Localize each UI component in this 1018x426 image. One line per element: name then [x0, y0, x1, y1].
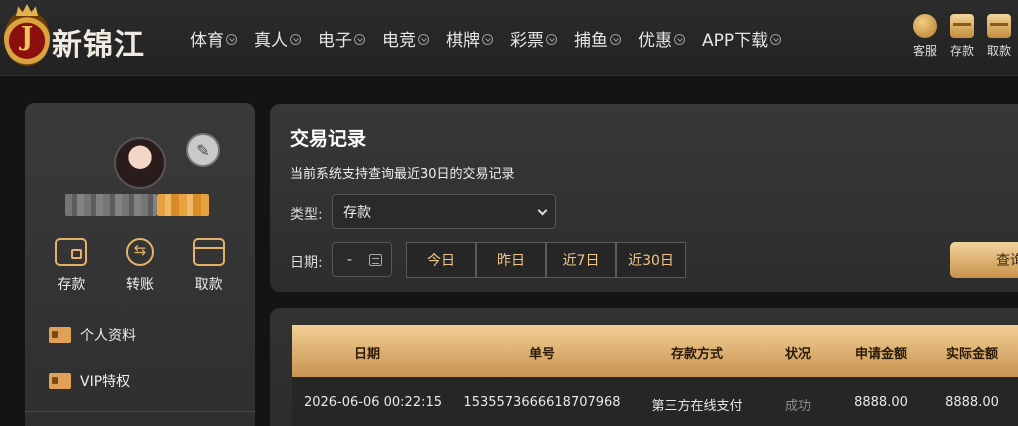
nav-label: 电子 [318, 31, 352, 51]
nav-label: 电竞 [382, 31, 416, 51]
chevron-down-icon [482, 34, 493, 45]
chevron-down-icon [537, 205, 548, 216]
vip-card-icon [49, 373, 71, 389]
nav-label: 真人 [254, 31, 288, 51]
action-label: 取款 [194, 277, 223, 293]
col-actual-amount: 实际金额 [945, 347, 998, 362]
col-requested-amount: 申请金额 [854, 347, 907, 362]
brand-name: 新锦江 [52, 28, 145, 63]
quick-label: 客服 [913, 44, 938, 58]
sidebar-item-vip[interactable]: VIP特权 [49, 371, 130, 391]
cell-date: 2026-06-06 00:22:15 [303, 395, 443, 410]
wallet-icon [987, 14, 1011, 38]
chevron-down-icon [226, 34, 237, 45]
chevron-down-icon [770, 34, 782, 45]
edit-icon: ✎ [196, 140, 210, 160]
card-icon [192, 238, 225, 266]
chevron-down-icon [354, 34, 365, 45]
quick-withdraw-button[interactable]: 取款 [987, 14, 1011, 59]
transaction-filter-panel: 交易记录 当前系统支持查询最近30日的交易记录 类型: 存款 日期: - 今日 … [270, 104, 1018, 292]
chevron-down-icon [290, 34, 301, 45]
query-range-note: 当前系统支持查询最近30日的交易记录 [290, 167, 515, 182]
cell-order-no: 1535573666618707968 [463, 395, 621, 410]
nav-item-slots[interactable]: 电子 [318, 26, 365, 51]
cell-requested-amount: 8888.00 [854, 395, 908, 410]
nav-item-lottery[interactable]: 彩票 [510, 26, 557, 51]
type-select[interactable]: 存款 [332, 194, 556, 229]
deposit-action-button[interactable]: 存款 [41, 238, 101, 294]
chevron-down-icon [546, 34, 557, 45]
customer-service-icon [913, 14, 937, 38]
quick-label: 存款 [950, 44, 975, 58]
range-30days-button[interactable]: 近30日 [616, 242, 686, 278]
search-button[interactable]: 查询 [950, 242, 1018, 278]
transaction-table-panel: 日期 单号 存款方式 状况 申请金额 实际金额 2026-06-06 00:22… [270, 308, 1018, 426]
nav-label: 捕鱼 [574, 31, 608, 51]
table-row[interactable]: 2026-06-06 00:22:15 1535573666618707968 … [292, 377, 1018, 426]
logo-badge-icon: J [4, 4, 50, 66]
nav-item-app-download[interactable]: APP下载 [702, 26, 782, 51]
type-select-value: 存款 [343, 204, 371, 221]
chevron-down-icon [674, 34, 685, 45]
divider [25, 411, 255, 412]
main-nav: 体育 真人 电子 电竞 棋牌 彩票 捕鱼 优惠 APP下载 [190, 26, 798, 51]
range-7days-button[interactable]: 近7日 [546, 242, 616, 278]
user-sidebar: ✎ 存款 转账 取款 个人资料 VIP特权 [25, 103, 255, 426]
nav-label: APP下载 [702, 31, 769, 51]
col-date: 日期 [353, 347, 380, 362]
vip-badge-blur [157, 194, 209, 216]
nav-item-cards[interactable]: 棋牌 [446, 26, 493, 51]
nav-item-sports[interactable]: 体育 [190, 26, 237, 51]
site-logo[interactable]: J 新锦江 [0, 4, 170, 72]
quick-deposit-button[interactable]: 存款 [950, 14, 974, 59]
nav-label: 彩票 [510, 31, 544, 51]
col-order-no: 单号 [528, 347, 555, 362]
crown-icon [16, 4, 38, 16]
nav-item-fishing[interactable]: 捕鱼 [574, 26, 621, 51]
action-label: 转账 [125, 277, 154, 293]
top-nav: J 新锦江 体育 真人 电子 电竞 棋牌 彩票 捕鱼 优惠 APP下载 客服 存… [0, 0, 1018, 76]
wallet-icon [950, 14, 974, 38]
transfer-icon [125, 238, 154, 266]
range-yesterday-button[interactable]: 昨日 [476, 242, 546, 278]
date-label: 日期: [290, 255, 323, 271]
username-masked [65, 191, 215, 219]
quick-service-button[interactable]: 客服 [913, 14, 937, 59]
wallet-actions: 存款 转账 取款 [25, 238, 255, 294]
range-today-button[interactable]: 今日 [406, 242, 476, 278]
menu-label: 个人资料 [80, 328, 136, 344]
nav-label: 棋牌 [446, 31, 480, 51]
table-header: 日期 单号 存款方式 状况 申请金额 实际金额 [292, 325, 1018, 377]
id-card-icon [49, 327, 71, 343]
menu-label: VIP特权 [80, 374, 131, 390]
withdraw-action-button[interactable]: 取款 [179, 238, 239, 294]
date-range-input[interactable]: - [332, 242, 392, 277]
calendar-icon [369, 254, 382, 266]
nav-item-live[interactable]: 真人 [254, 26, 301, 51]
cell-actual-amount: 8888.00 [945, 395, 999, 410]
edit-profile-button[interactable]: ✎ [186, 133, 220, 167]
date-value: - [347, 251, 353, 268]
cell-method: 第三方在线支付 [651, 399, 743, 414]
logo-letter: J [20, 22, 34, 52]
sidebar-item-profile[interactable]: 个人资料 [49, 325, 136, 345]
nav-item-esports[interactable]: 电竞 [382, 26, 429, 51]
nav-label: 体育 [190, 31, 224, 51]
avatar[interactable] [114, 137, 166, 189]
nav-label: 优惠 [638, 31, 672, 51]
action-label: 存款 [57, 277, 86, 293]
deposit-wallet-icon [55, 238, 88, 266]
quick-label: 取款 [987, 44, 1012, 58]
page-title: 交易记录 [290, 128, 367, 150]
username-blur [65, 194, 157, 216]
col-method: 存款方式 [670, 347, 723, 362]
nav-item-promotions[interactable]: 优惠 [638, 26, 685, 51]
transfer-action-button[interactable]: 转账 [110, 238, 170, 294]
type-label: 类型: [290, 207, 323, 223]
chevron-down-icon [610, 34, 621, 45]
chevron-down-icon [418, 34, 429, 45]
